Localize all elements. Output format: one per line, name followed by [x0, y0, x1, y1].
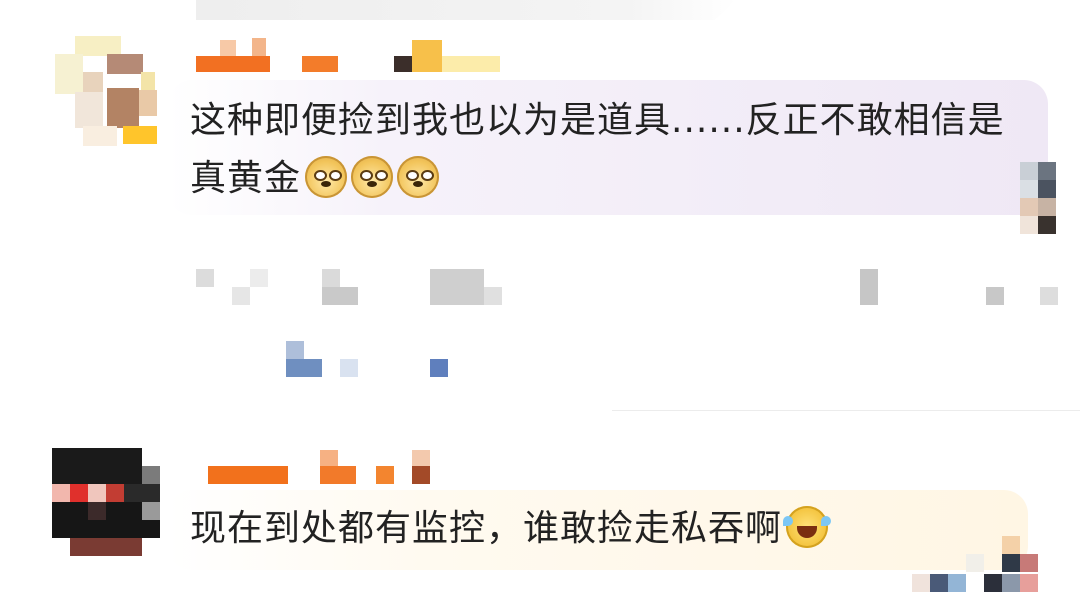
username[interactable] — [196, 38, 516, 74]
avatar[interactable] — [55, 36, 160, 148]
comment-text-content: 现在到处都有监控，谁敢捡走私吞啊 — [190, 508, 783, 549]
comment-text: 现在到处都有监控，谁敢捡走私吞啊 — [190, 500, 950, 558]
attached-image-thumbnail[interactable] — [912, 536, 1040, 592]
avatar[interactable] — [52, 448, 160, 556]
previous-comment-edge — [196, 0, 736, 20]
comment-text: 这种即便捡到我也以为是道具......反正不敢相信是真黄金 — [190, 92, 1030, 208]
doge-icon — [305, 156, 348, 198]
laugh-cry-icon — [783, 506, 832, 548]
comment-divider — [612, 410, 1080, 411]
doge-icon — [397, 156, 440, 198]
username[interactable] — [196, 450, 456, 486]
comment-meta — [196, 265, 1066, 377]
doge-icon — [351, 156, 394, 198]
attached-image-thumbnail[interactable] — [1020, 162, 1058, 234]
